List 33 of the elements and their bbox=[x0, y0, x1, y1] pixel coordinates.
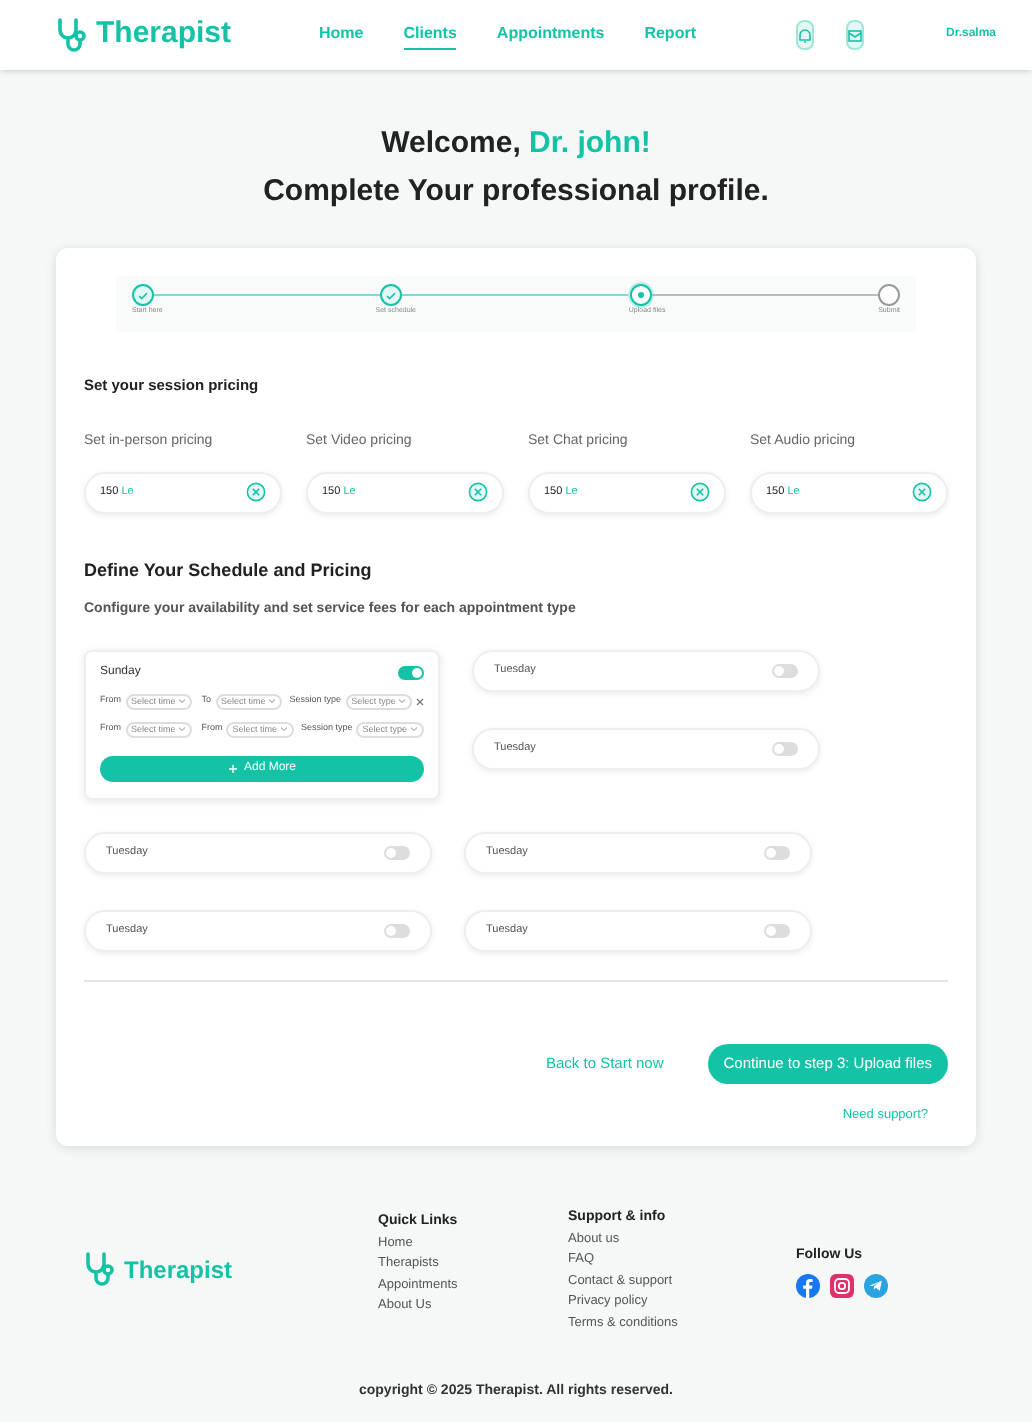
stethoscope-icon bbox=[56, 17, 88, 53]
chevron-down-icon bbox=[397, 698, 406, 705]
notification-button[interactable] bbox=[795, 20, 814, 50]
clear-icon[interactable] bbox=[468, 482, 488, 503]
toggle-switch[interactable] bbox=[384, 845, 410, 860]
toggle-switch[interactable] bbox=[764, 845, 790, 860]
close-icon[interactable] bbox=[416, 697, 424, 706]
stethoscope-icon bbox=[84, 1252, 116, 1288]
facebook-icon[interactable] bbox=[796, 1273, 820, 1297]
brand-name: Therapist bbox=[96, 14, 232, 55]
brand-name: Therapist bbox=[124, 1254, 233, 1288]
section-title: Define Your Schedule and Pricing bbox=[84, 557, 374, 584]
mail-button[interactable] bbox=[845, 20, 864, 50]
chevron-down-icon bbox=[177, 726, 186, 733]
chevron-down-icon bbox=[279, 726, 288, 733]
toggle-switch[interactable] bbox=[764, 923, 790, 938]
chevron-down-icon bbox=[177, 698, 186, 705]
toggle-switch[interactable] bbox=[384, 923, 410, 938]
chevron-down-icon bbox=[267, 698, 276, 705]
plus-icon bbox=[227, 763, 238, 774]
chevron-down-icon bbox=[409, 726, 418, 733]
clear-icon[interactable] bbox=[912, 482, 932, 503]
toggle-switch[interactable] bbox=[772, 741, 798, 756]
clear-icon[interactable] bbox=[246, 482, 266, 503]
clear-icon[interactable] bbox=[690, 482, 710, 503]
telegram-icon[interactable] bbox=[864, 1273, 888, 1297]
welcome-heading: Welcome, Dr. john! bbox=[379, 124, 653, 164]
welcome-subtitle: Complete Your professional profile. bbox=[261, 171, 771, 211]
mail-icon bbox=[847, 29, 862, 41]
toggle-switch[interactable] bbox=[772, 663, 798, 678]
instagram-icon[interactable] bbox=[830, 1273, 854, 1297]
bell-icon bbox=[797, 27, 812, 43]
toggle-switch[interactable] bbox=[398, 665, 424, 680]
